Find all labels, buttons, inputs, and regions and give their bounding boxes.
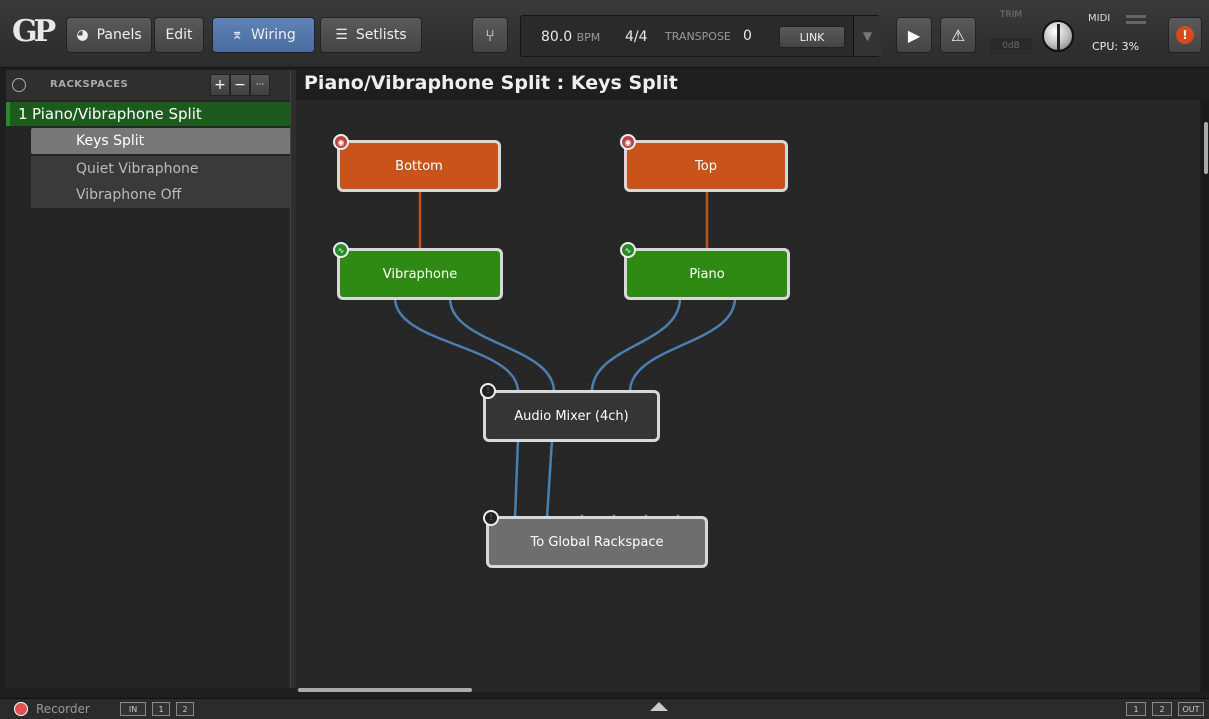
tuner-button[interactable]: ⑂ <box>472 17 508 53</box>
node-label: Top <box>695 158 717 174</box>
play-button[interactable]: ▶ <box>896 17 932 53</box>
plugin-icon: ∿ <box>620 242 636 258</box>
output-meter-1: 1 <box>1126 702 1146 716</box>
plugin-node-piano[interactable]: Piano <box>624 248 790 300</box>
panels-button[interactable]: ◕ Panels <box>66 17 152 53</box>
input-meter-2: 2 <box>176 702 194 716</box>
expand-arrow-icon[interactable] <box>650 702 668 711</box>
edit-button[interactable]: Edit <box>154 17 204 53</box>
node-label: Bottom <box>395 158 443 174</box>
transpose-value[interactable]: 0 <box>743 28 752 44</box>
bpm-value: 80.0 <box>541 29 573 45</box>
link-button[interactable]: LINK <box>779 26 845 48</box>
transpose-label: TRANSPOSE <box>665 30 731 43</box>
variation-item[interactable]: Keys Split <box>31 128 291 154</box>
top-toolbar: GP ◕ Panels Edit ⌆ Wiring ☰ Setlists ⑂ 8… <box>0 0 1209 68</box>
setlists-button[interactable]: ☰ Setlists <box>320 17 422 53</box>
app-window: GP ◕ Panels Edit ⌆ Wiring ☰ Setlists ⑂ 8… <box>0 0 1209 719</box>
node-label: Audio Mixer (4ch) <box>514 408 629 424</box>
remove-rackspace-button[interactable]: − <box>230 74 250 96</box>
node-label: To Global Rackspace <box>530 534 664 550</box>
variation-item[interactable]: Vibraphone Off <box>31 182 291 208</box>
midi-in-icon: ◉ <box>620 134 636 150</box>
midi-in-node-top[interactable]: Top <box>624 140 788 192</box>
panic-button[interactable]: ! <box>1168 17 1202 53</box>
audio-out-label: OUT <box>1178 702 1204 716</box>
rackspace-name: Piano/Vibraphone Split <box>32 105 202 123</box>
node-label: Vibraphone <box>382 266 458 282</box>
wiring-icon: ⌆ <box>231 27 243 43</box>
app-logo[interactable]: GP <box>12 14 56 54</box>
metronome-button[interactable]: ⚠ <box>940 17 976 53</box>
wiring-button[interactable]: ⌆ Wiring <box>212 17 315 53</box>
horizontal-scroll-thumb[interactable] <box>298 688 472 692</box>
global-rackspace-node[interactable]: To Global Rackspace <box>486 516 708 568</box>
audio-in-label: IN <box>120 702 146 716</box>
node-label: Piano <box>689 266 725 282</box>
sidebar-title: RACKSPACES <box>50 79 129 90</box>
chevron-down-icon: ▼ <box>862 29 873 43</box>
plugin-icon: ∿ <box>333 242 349 258</box>
midi-label: MIDI <box>1088 13 1111 24</box>
mixer-icon: ⫶ <box>483 510 499 526</box>
globe-icon[interactable] <box>12 78 26 92</box>
panels-label: Panels <box>96 27 142 43</box>
sidebar-actions: + − ··· <box>210 74 270 96</box>
sidebar-header: RACKSPACES + − ··· <box>6 70 290 100</box>
add-rackspace-button[interactable]: + <box>210 74 230 96</box>
variation-item[interactable]: Quiet Vibraphone <box>31 156 291 182</box>
midi-in-icon: ◉ <box>333 134 349 150</box>
bpm-unit: BPM <box>576 31 601 44</box>
trim-label: TRIM <box>1000 10 1023 20</box>
output-meter-2: 2 <box>1152 702 1172 716</box>
recorder-label[interactable]: Recorder <box>36 702 90 716</box>
setlists-label: Setlists <box>355 27 407 43</box>
vertical-scroll-thumb[interactable] <box>1204 122 1208 174</box>
status-bar: Recorder IN 1 2 1 2 OUT <box>0 698 1209 719</box>
page-title: Piano/Vibraphone Split : Keys Split <box>304 72 678 94</box>
list-icon: ☰ <box>335 27 348 43</box>
mixer-icon: ⫶ <box>480 383 496 399</box>
vertical-scrollbar[interactable] <box>1202 100 1209 692</box>
transport-dropdown[interactable]: ▼ <box>853 16 881 56</box>
alert-icon: ! <box>1176 26 1194 44</box>
edit-label: Edit <box>165 27 193 43</box>
master-volume-knob[interactable] <box>1042 20 1074 52</box>
cpu-readout: CPU: 3% <box>1092 40 1140 53</box>
midi-in-node-bottom[interactable]: Bottom <box>337 140 501 192</box>
plugin-node-vibraphone[interactable]: Vibraphone <box>337 248 503 300</box>
panels-icon: ◕ <box>76 27 89 43</box>
time-signature[interactable]: 4/4 <box>625 29 648 45</box>
rackspaces-sidebar: RACKSPACES + − ··· 1 Piano/Vibraphone Sp… <box>6 70 291 688</box>
record-icon[interactable] <box>14 702 28 716</box>
bpm-readout[interactable]: 80.0 BPM <box>541 29 600 45</box>
trim-value[interactable]: 0dB <box>990 38 1032 54</box>
play-icon: ▶ <box>907 25 921 45</box>
midi-activity-indicator <box>1126 15 1146 24</box>
more-options-button[interactable]: ··· <box>250 74 270 96</box>
rackspace-number: 1 <box>18 105 28 123</box>
tuning-fork-icon: ⑂ <box>485 25 495 45</box>
metronome-icon: ⚠ <box>950 25 966 45</box>
audio-mixer-node[interactable]: Audio Mixer (4ch) <box>483 390 660 442</box>
rackspace-item[interactable]: 1 Piano/Vibraphone Split <box>6 102 290 126</box>
wiring-label: Wiring <box>250 27 296 43</box>
transport-display: 80.0 BPM 4/4 TRANSPOSE 0 LINK ▼ <box>520 15 881 57</box>
input-meter-1: 1 <box>152 702 170 716</box>
